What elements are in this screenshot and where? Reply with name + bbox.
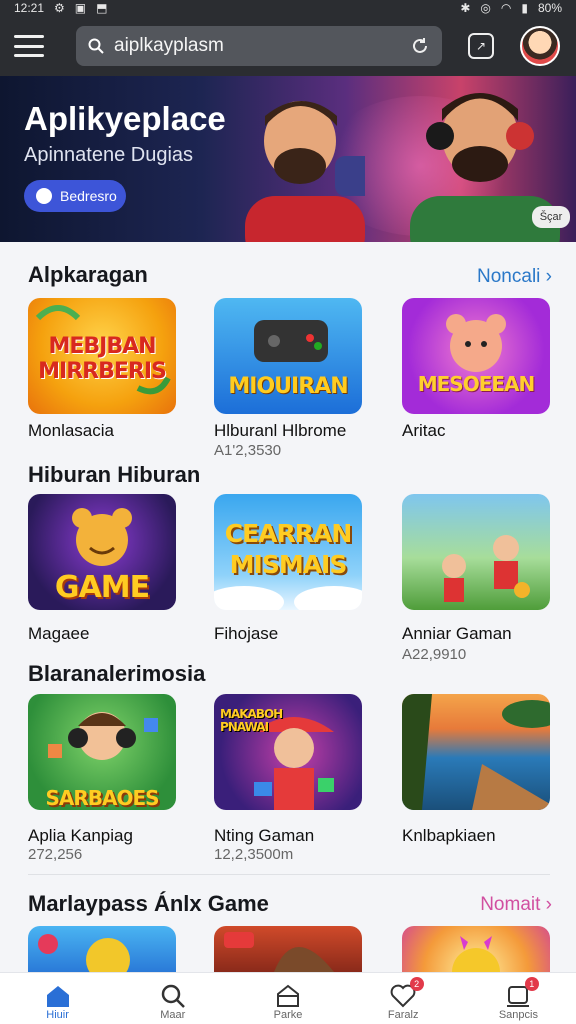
app-tile[interactable]: MESOEEAN [402, 298, 550, 414]
hero-title: Aplikyeplace [24, 100, 226, 137]
battery-level: 80% [537, 1, 562, 15]
app-tile-art-text: MEBJBAN MIRRBERIS [38, 334, 167, 384]
search-icon [161, 984, 185, 1008]
cast-icon[interactable]: ↗ [468, 33, 494, 59]
wifi-icon: ◠ [500, 1, 512, 15]
avatar[interactable] [520, 26, 560, 66]
app-tile[interactable] [402, 926, 550, 972]
section-divider [28, 874, 550, 875]
section-title-3: Blaranalerimosia [28, 661, 206, 686]
hero-character-left [245, 101, 365, 242]
app-tile[interactable] [402, 694, 550, 810]
app-tile[interactable] [214, 926, 362, 972]
status-bar: 12:21 ⚙ ▣ ⬒ ✱ ◎ ◠ ▮ 80% [0, 0, 576, 16]
nav-label: Sanpcis [498, 1009, 538, 1021]
app-meta: 272,256 [28, 846, 83, 863]
alarm-icon: ◎ [480, 1, 491, 15]
settings-status-icon: ⚙ [54, 1, 65, 15]
app-meta: A22,9910 [402, 646, 467, 663]
app-tile-art-text: MAKABOH PNAWAI [220, 707, 283, 734]
home-icon [46, 986, 69, 1007]
app-tile[interactable]: CEARRAN MISMAIS [214, 494, 362, 610]
section-title-2: Hiburan Hiburan [28, 462, 201, 487]
store-icon [277, 984, 299, 1007]
gallery-status-icon: ▣ [74, 1, 87, 15]
app-name[interactable]: Nting Gaman [214, 826, 314, 846]
nav-item-store[interactable]: Parke [230, 973, 345, 1024]
notification-badge: 1 [524, 977, 539, 991]
bluetooth-icon: ✱ [460, 1, 471, 15]
hero-banner[interactable]: Aplikyeplace Apinnatene Dugias Bedresro … [0, 76, 576, 242]
search-input[interactable]: aiplkayplasm [76, 26, 442, 66]
hero-subtitle: Apinnatene Dugias [24, 144, 194, 166]
app-tile[interactable] [402, 494, 550, 610]
app-tile-art-text: CEARRAN MISMAIS [224, 519, 353, 579]
menu-icon[interactable] [14, 35, 44, 57]
bottom-nav: Hiuir Maar Parke 2 Faralz 1 Sanpcis [0, 972, 576, 1024]
nav-item-profile[interactable]: 1 Sanpcis [461, 973, 576, 1024]
hero-button-label: Bedresro [60, 188, 117, 204]
nav-label: Faralz [387, 1009, 419, 1021]
search-query: aiplkayplasm [114, 35, 224, 56]
app-name[interactable]: Fihojase [214, 624, 278, 644]
app-tile[interactable]: MAKABOH PNAWAI [214, 694, 362, 810]
app-tile-art-text: MIOUIRAN [228, 374, 348, 399]
see-all-link-4[interactable]: Nomait › [480, 894, 552, 916]
user-icon [36, 188, 52, 204]
app-tile[interactable]: SARBAOES [28, 694, 176, 810]
app-name[interactable]: Aplia Kanpiag [28, 826, 133, 846]
nav-item-favorites[interactable]: 2 Faralz [346, 973, 461, 1024]
see-all-link-1[interactable]: Noncali › [477, 266, 552, 288]
nav-label: Hiuir [46, 1009, 69, 1021]
app-name[interactable]: Aritac [402, 421, 445, 441]
app-tile-art-text: SARBAOES [45, 786, 159, 810]
app-tile-art-text: GAME [54, 570, 150, 605]
app-name[interactable]: Hlburanl Hlbrome [214, 421, 346, 441]
hero-corner-badge[interactable]: Šçar [532, 206, 570, 228]
app-meta: A1'2,3530 [214, 442, 282, 459]
nav-item-home[interactable]: Hiuir [0, 973, 115, 1024]
app-tile[interactable]: MIOUIRAN [214, 298, 362, 414]
app-tile[interactable] [28, 926, 176, 972]
section-title-4: Marlaypass Ánlx Game [28, 891, 269, 916]
app-tile-art-text: MESOEEAN [417, 372, 536, 396]
signal-icon: ▮ [521, 1, 528, 15]
search-icon [88, 38, 104, 54]
app-bar: aiplkayplasm ↗ [0, 16, 576, 76]
section-title-1: Alpkaragan [28, 262, 148, 287]
refresh-icon[interactable] [410, 36, 430, 56]
notification-badge: 2 [409, 977, 424, 991]
app-name[interactable]: Monlasacia [28, 421, 114, 441]
app-name[interactable]: Magaee [28, 624, 89, 644]
status-time: 12:21 [14, 1, 45, 15]
nav-label: Maar [160, 1009, 186, 1021]
app-meta: 12,2,3500m [214, 846, 294, 863]
app-name[interactable]: Knlbapkiaen [402, 826, 496, 846]
app-tile[interactable]: MEBJBAN MIRRBERIS [28, 298, 176, 414]
nav-item-search[interactable]: Maar [115, 973, 230, 1024]
app-tile[interactable]: GAME [28, 494, 176, 610]
app-name[interactable]: Anniar Gaman [402, 624, 512, 644]
location-status-icon: ⬒ [96, 1, 108, 15]
nav-label: Parke [273, 1009, 303, 1021]
hero-button[interactable]: Bedresro [24, 180, 126, 212]
